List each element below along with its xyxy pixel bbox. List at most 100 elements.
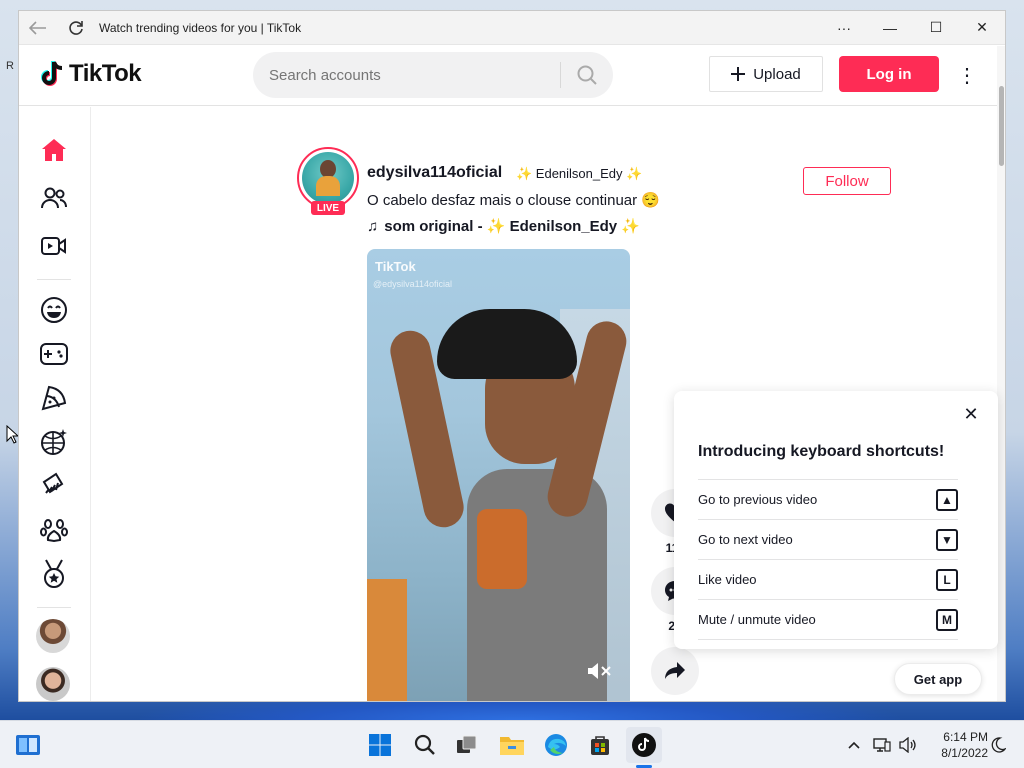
search-bar bbox=[253, 52, 613, 98]
reload-icon bbox=[69, 20, 83, 35]
sidebar-item-dance[interactable] bbox=[37, 425, 71, 459]
author-nickname[interactable]: ✨ Edenilson_Edy ✨ bbox=[516, 166, 642, 182]
store-button[interactable] bbox=[582, 727, 618, 763]
sidebar-item-home[interactable] bbox=[37, 133, 71, 167]
shortcut-row: Like video L bbox=[698, 559, 958, 599]
title-bar: Watch trending videos for you | TikTok ·… bbox=[19, 11, 1005, 45]
file-explorer-button[interactable] bbox=[494, 727, 530, 763]
share-icon bbox=[665, 662, 685, 679]
search-icon bbox=[414, 734, 435, 755]
edge-icon bbox=[545, 734, 567, 756]
music-title: som original - ✨ Edenilson_Edy ✨ bbox=[384, 218, 640, 235]
sidebar-item-animals[interactable] bbox=[37, 513, 71, 547]
sidebar-divider bbox=[37, 279, 71, 280]
music-link[interactable]: ♫ som original - ✨ Edenilson_Edy ✨ bbox=[367, 217, 640, 236]
window-title: Watch trending videos for you | TikTok bbox=[99, 20, 302, 35]
comedy-icon bbox=[41, 297, 67, 323]
sidebar-item-gaming[interactable] bbox=[37, 337, 71, 371]
suggested-account-avatar[interactable] bbox=[36, 619, 70, 653]
widgets-button[interactable] bbox=[10, 727, 46, 763]
suggested-account-avatar[interactable] bbox=[36, 667, 70, 701]
share-action[interactable]: 3285 bbox=[651, 647, 699, 701]
author-username[interactable]: edysilva114oficial bbox=[367, 164, 502, 182]
network-button[interactable] bbox=[872, 735, 892, 755]
window-menu-button[interactable]: ··· bbox=[821, 11, 867, 45]
folder-icon bbox=[500, 737, 524, 755]
search-button[interactable] bbox=[561, 52, 613, 98]
shortcut-row: Go to previous video ▲ bbox=[698, 479, 958, 519]
windows-logo-icon bbox=[369, 734, 391, 756]
popup-title: Introducing keyboard shortcuts! bbox=[698, 443, 945, 460]
l-key-icon: L bbox=[936, 568, 958, 591]
video-watermark: TikTok bbox=[375, 259, 416, 274]
clock-time: 6:14 PM bbox=[943, 730, 988, 744]
keyboard-shortcuts-popup: ✕ Introducing keyboard shortcuts! Go to … bbox=[674, 391, 998, 649]
system-clock[interactable]: 6:14 PM 8/1/2022 bbox=[924, 729, 988, 761]
down-key-icon: ▼ bbox=[936, 528, 958, 551]
close-button[interactable]: ✕ bbox=[959, 11, 1005, 45]
more-options-button[interactable]: ⋮ bbox=[955, 60, 979, 90]
scroll-thumb[interactable] bbox=[999, 86, 1004, 166]
mute-button[interactable] bbox=[585, 659, 615, 683]
show-hidden-icons-button[interactable] bbox=[844, 735, 864, 755]
taskbar-search-button[interactable] bbox=[407, 727, 443, 763]
taskbar: 6:14 PM 8/1/2022 bbox=[0, 720, 1024, 768]
dance-icon bbox=[41, 429, 67, 455]
sidebar-item-comedy[interactable] bbox=[37, 293, 71, 327]
search-input[interactable] bbox=[253, 52, 560, 98]
shortcut-label: Like video bbox=[698, 572, 757, 587]
tiktok-logo[interactable]: TikTok bbox=[39, 60, 142, 88]
notification-button[interactable] bbox=[988, 735, 1008, 755]
browser-window: Watch trending videos for you | TikTok ·… bbox=[18, 10, 1006, 702]
sidebar-item-following[interactable] bbox=[37, 181, 71, 215]
get-app-button[interactable]: Get app bbox=[894, 663, 982, 695]
live-icon bbox=[41, 237, 66, 255]
mouse-cursor-icon bbox=[6, 425, 18, 444]
tiktok-taskbar-button[interactable] bbox=[626, 727, 662, 763]
upload-button[interactable]: Upload bbox=[709, 56, 823, 92]
tiktok-app-icon bbox=[632, 733, 656, 757]
store-icon bbox=[591, 736, 609, 755]
music-note-icon: ♫ bbox=[367, 217, 379, 235]
login-button[interactable]: Log in bbox=[839, 56, 939, 92]
edge-button[interactable] bbox=[538, 727, 574, 763]
sidebar-item-sports[interactable] bbox=[37, 557, 71, 591]
popup-close-button[interactable]: ✕ bbox=[960, 403, 982, 425]
shortcut-label: Go to previous video bbox=[698, 492, 818, 507]
sidebar-item-live[interactable] bbox=[37, 229, 71, 263]
shortcut-label: Mute / unmute video bbox=[698, 612, 816, 627]
desktop-icon-label-fragment: R bbox=[6, 60, 14, 72]
search-icon bbox=[577, 65, 597, 85]
follow-button[interactable]: Follow bbox=[803, 167, 891, 195]
gaming-icon bbox=[40, 343, 68, 365]
author-avatar-image bbox=[302, 152, 354, 204]
back-arrow-icon bbox=[29, 20, 46, 35]
shortcut-label: Go to next video bbox=[698, 532, 793, 547]
volume-button[interactable] bbox=[898, 735, 918, 755]
author-avatar[interactable] bbox=[297, 147, 359, 209]
task-view-icon bbox=[457, 735, 477, 753]
video-player[interactable]: TikTok @edysilva114oficial bbox=[367, 249, 630, 701]
speaker-icon bbox=[899, 737, 916, 753]
video-scene bbox=[367, 579, 407, 701]
shortcut-row: Go to next video ▼ bbox=[698, 519, 958, 559]
minimize-button[interactable]: — bbox=[867, 11, 913, 45]
muted-speaker-icon bbox=[588, 663, 611, 679]
shortcut-row: Mute / unmute video M bbox=[698, 599, 958, 639]
chevron-up-icon bbox=[848, 741, 860, 749]
share-button[interactable] bbox=[651, 647, 699, 695]
following-icon bbox=[41, 187, 67, 209]
reload-button[interactable] bbox=[57, 11, 95, 45]
tiktok-logo-icon bbox=[41, 61, 63, 86]
logo-text: TikTok bbox=[69, 60, 142, 87]
up-key-icon: ▲ bbox=[936, 488, 958, 511]
page-scrollbar[interactable] bbox=[997, 46, 1005, 701]
maximize-button[interactable]: ☐ bbox=[913, 11, 959, 45]
task-view-button[interactable] bbox=[449, 727, 485, 763]
back-button[interactable] bbox=[19, 11, 57, 45]
sidebar-item-food[interactable] bbox=[37, 381, 71, 415]
app-header: TikTok Upload Log in ⋮ bbox=[19, 46, 999, 106]
start-button[interactable] bbox=[362, 727, 398, 763]
sidebar-item-beauty[interactable] bbox=[37, 469, 71, 503]
network-icon bbox=[873, 738, 891, 752]
